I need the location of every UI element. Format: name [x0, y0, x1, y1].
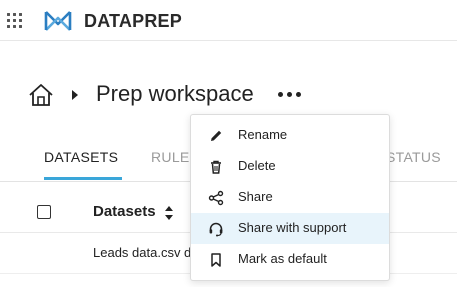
menu-item-share[interactable]: Share: [191, 182, 389, 213]
menu-item-label: Rename: [238, 127, 288, 142]
workspace-options-menu: Rename Delete Share Share with support M…: [190, 114, 390, 281]
menu-item-label: Share with support: [238, 220, 347, 235]
sort-icon[interactable]: [165, 206, 173, 220]
home-icon[interactable]: [28, 83, 54, 107]
share-icon: [208, 190, 224, 206]
page-title: Prep workspace: [96, 81, 254, 106]
tab-datasets[interactable]: DATASETS: [44, 149, 118, 165]
menu-item-share-with-support[interactable]: Share with support: [191, 213, 389, 244]
pencil-icon: [208, 128, 224, 144]
app-grid-icon[interactable]: [7, 13, 23, 29]
menu-item-label: Share: [238, 189, 273, 204]
bookmark-icon: [208, 252, 224, 268]
trash-icon: [208, 159, 224, 175]
menu-item-rename[interactable]: Rename: [191, 120, 389, 151]
active-tab-indicator: [44, 177, 122, 180]
column-header-datasets[interactable]: Datasets: [93, 203, 156, 220]
more-options-icon[interactable]: [276, 89, 304, 101]
tab-status[interactable]: STATUS: [386, 149, 441, 165]
menu-item-delete[interactable]: Delete: [191, 151, 389, 182]
breadcrumb-chevron-icon: [72, 90, 78, 100]
tab-rules[interactable]: RULE: [151, 149, 190, 165]
breadcrumb: Prep workspace: [0, 75, 457, 115]
menu-item-label: Delete: [238, 158, 276, 173]
dataprep-logo-icon: [44, 10, 72, 32]
brand-name: DATAPREP: [84, 11, 182, 31]
top-bar: DATAPREP: [0, 0, 457, 41]
headset-icon: [208, 221, 224, 237]
menu-item-label: Mark as default: [238, 251, 327, 266]
select-all-checkbox[interactable]: [37, 205, 51, 219]
menu-item-mark-as-default[interactable]: Mark as default: [191, 244, 389, 275]
dataset-name[interactable]: Leads data.csv d: [93, 245, 191, 260]
